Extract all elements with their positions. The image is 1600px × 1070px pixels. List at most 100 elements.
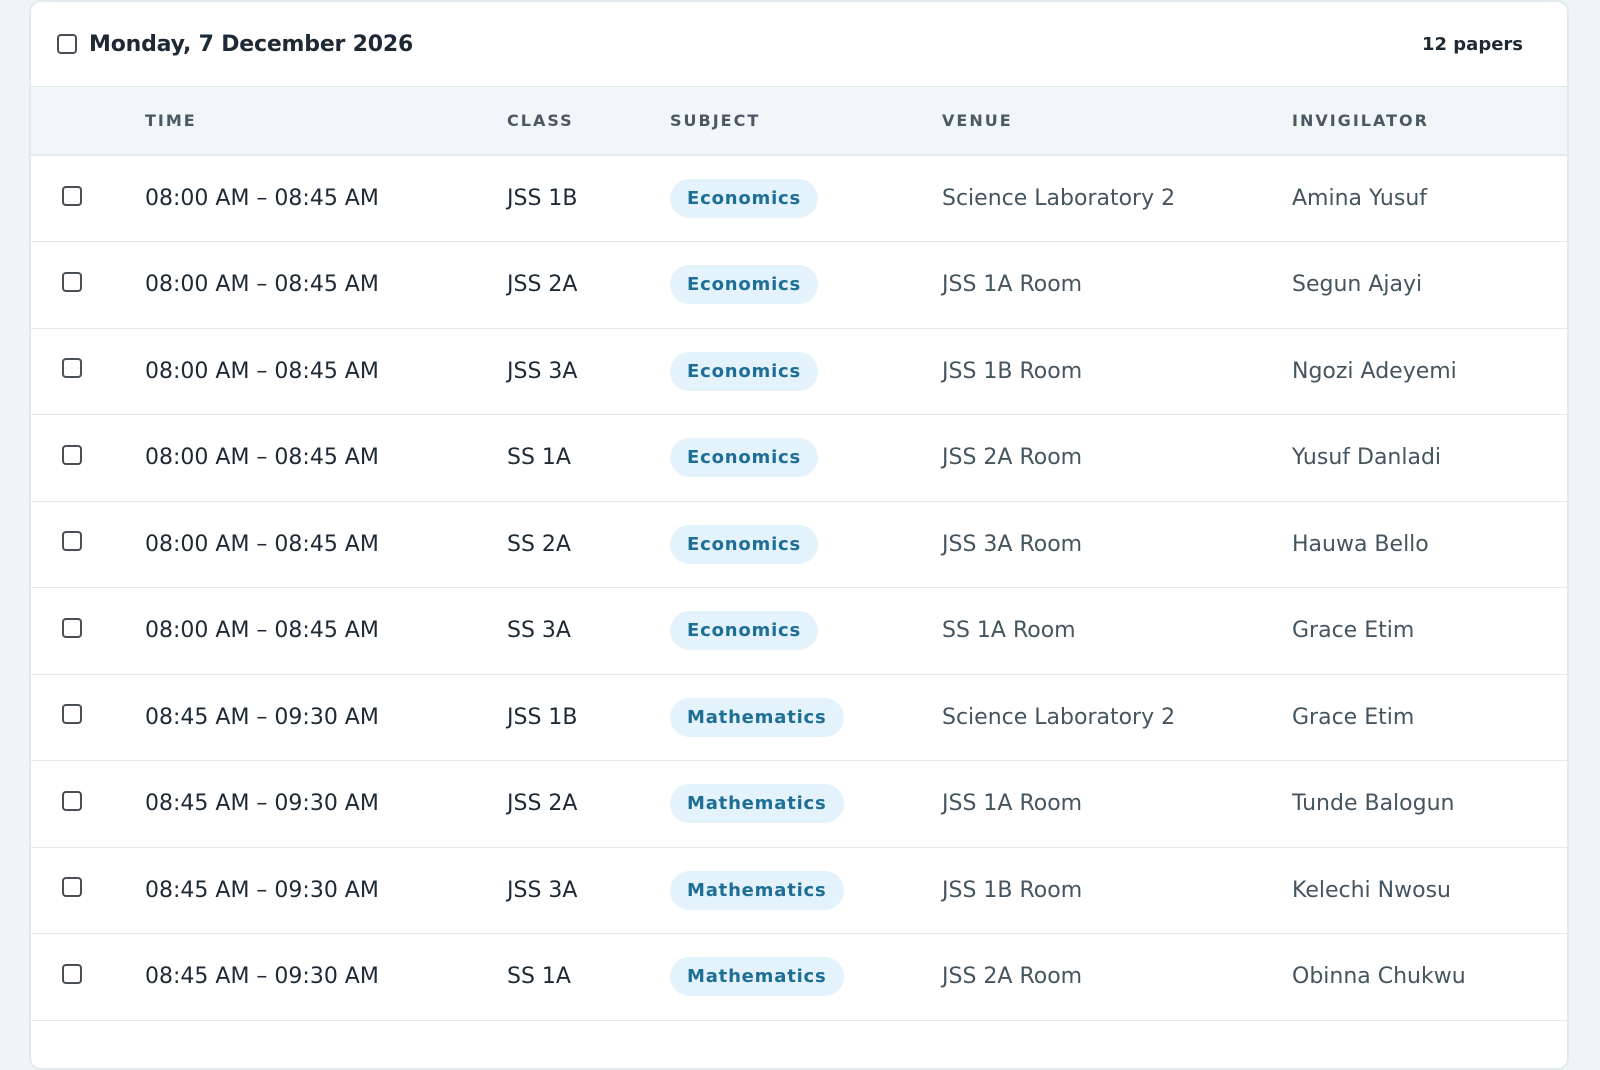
row-select-cell bbox=[31, 674, 145, 761]
venue-cell: JSS 1B Room bbox=[942, 877, 1083, 903]
date-group-select: Monday, 7 December 2026 bbox=[57, 32, 413, 57]
subject-badge: Economics bbox=[670, 351, 819, 391]
class-cell: JSS 3A bbox=[507, 877, 578, 903]
time-cell: 08:45 AM – 09:30 AM bbox=[145, 877, 379, 903]
row-checkbox[interactable] bbox=[62, 185, 82, 206]
row-select-cell bbox=[31, 761, 145, 848]
subject-cell: Economics bbox=[670, 242, 942, 329]
class-cell: JSS 3A bbox=[507, 358, 578, 384]
table-row[interactable]: 08:45 AM – 09:30 AM JSS 2A Mathematics J… bbox=[31, 761, 1567, 848]
date-group-header: Monday, 7 December 2026 12 papers bbox=[31, 2, 1567, 87]
subject-cell: Mathematics bbox=[670, 847, 942, 934]
class-cell: SS 1A bbox=[507, 445, 571, 471]
subject-badge: Mathematics bbox=[670, 697, 844, 737]
subject-cell: Economics bbox=[670, 155, 942, 242]
column-header-select bbox=[31, 87, 145, 155]
class-cell: SS 3A bbox=[507, 618, 571, 644]
column-header-class[interactable]: CLASS bbox=[507, 87, 670, 155]
row-select-cell bbox=[31, 328, 145, 415]
subject-badge: Economics bbox=[670, 265, 819, 305]
invigilator-cell: Segun Ajayi bbox=[1292, 272, 1423, 298]
table-row[interactable]: 08:00 AM – 08:45 AM JSS 1B Economics Sci… bbox=[31, 155, 1567, 242]
venue-cell: JSS 1A Room bbox=[942, 272, 1083, 298]
invigilator-cell: Obinna Chukwu bbox=[1292, 964, 1466, 990]
venue-cell: JSS 1B Room bbox=[942, 358, 1083, 384]
class-cell: SS 2A bbox=[507, 531, 571, 557]
row-checkbox[interactable] bbox=[62, 790, 82, 811]
row-checkbox[interactable] bbox=[62, 963, 82, 984]
row-select-cell bbox=[31, 501, 145, 588]
class-cell: JSS 1B bbox=[507, 704, 578, 730]
subject-cell: Economics bbox=[670, 501, 942, 588]
class-cell: JSS 1B bbox=[507, 186, 578, 211]
time-cell: 08:45 AM – 09:30 AM bbox=[145, 704, 379, 730]
table-row[interactable]: 08:45 AM – 09:30 AM JSS 1B Mathematics S… bbox=[31, 674, 1567, 761]
table-body: 08:00 AM – 08:45 AM JSS 1B Economics Sci… bbox=[31, 155, 1567, 1020]
subject-badge: Economics bbox=[670, 611, 819, 651]
table-row[interactable]: 08:00 AM – 08:45 AM JSS 3A Economics JSS… bbox=[31, 328, 1567, 415]
row-select-cell bbox=[31, 155, 145, 242]
row-select-cell bbox=[31, 847, 145, 934]
exam-table: TIME CLASS SUBJECT VENUE INVIGILATOR 08:… bbox=[31, 87, 1567, 1021]
invigilator-cell: Yusuf Danladi bbox=[1292, 445, 1442, 471]
subject-cell: Economics bbox=[670, 415, 942, 502]
venue-cell: SS 1A Room bbox=[942, 618, 1076, 644]
subject-cell: Mathematics bbox=[670, 934, 942, 1021]
time-cell: 08:00 AM – 08:45 AM bbox=[145, 445, 379, 471]
table-row[interactable]: 08:00 AM – 08:45 AM SS 1A Economics JSS … bbox=[31, 415, 1567, 502]
time-cell: 08:00 AM – 08:45 AM bbox=[145, 358, 379, 384]
table-row[interactable]: 08:45 AM – 09:30 AM JSS 3A Mathematics J… bbox=[31, 847, 1567, 934]
select-all-checkbox[interactable] bbox=[57, 34, 77, 54]
venue-cell: Science Laboratory 2 bbox=[942, 704, 1176, 730]
invigilator-cell: Grace Etim bbox=[1292, 618, 1415, 644]
subject-badge: Mathematics bbox=[670, 957, 844, 997]
table-row[interactable]: 08:00 AM – 08:45 AM SS 3A Economics SS 1… bbox=[31, 588, 1567, 675]
time-cell: 08:00 AM – 08:45 AM bbox=[145, 186, 379, 211]
row-checkbox[interactable] bbox=[62, 531, 82, 552]
venue-cell: JSS 2A Room bbox=[942, 964, 1083, 990]
row-select-cell bbox=[31, 415, 145, 502]
subject-cell: Economics bbox=[670, 328, 942, 415]
invigilator-cell: Ngozi Adeyemi bbox=[1292, 358, 1457, 384]
venue-cell: JSS 2A Room bbox=[942, 445, 1083, 471]
table-row[interactable]: 08:00 AM – 08:45 AM JSS 2A Economics JSS… bbox=[31, 242, 1567, 329]
row-checkbox[interactable] bbox=[62, 617, 82, 638]
column-header-invigilator[interactable]: INVIGILATOR bbox=[1292, 87, 1567, 155]
column-header-venue[interactable]: VENUE bbox=[942, 87, 1292, 155]
class-cell: JSS 2A bbox=[507, 272, 578, 298]
table-header-row: TIME CLASS SUBJECT VENUE INVIGILATOR bbox=[31, 87, 1567, 155]
subject-badge: Economics bbox=[670, 179, 819, 218]
venue-cell: JSS 3A Room bbox=[942, 531, 1083, 557]
row-checkbox[interactable] bbox=[62, 704, 82, 725]
papers-count: 12 papers bbox=[1421, 33, 1523, 55]
subject-badge: Economics bbox=[670, 524, 819, 564]
subject-cell: Mathematics bbox=[670, 761, 942, 848]
time-cell: 08:00 AM – 08:45 AM bbox=[145, 618, 379, 644]
table-row[interactable]: 08:00 AM – 08:45 AM SS 2A Economics JSS … bbox=[31, 501, 1567, 588]
time-cell: 08:45 AM – 09:30 AM bbox=[145, 791, 379, 817]
column-header-subject[interactable]: SUBJECT bbox=[670, 87, 942, 155]
invigilator-cell: Amina Yusuf bbox=[1292, 186, 1428, 211]
row-checkbox[interactable] bbox=[62, 358, 82, 379]
row-checkbox[interactable] bbox=[62, 877, 82, 898]
class-cell: SS 1A bbox=[507, 964, 571, 990]
venue-cell: JSS 1A Room bbox=[942, 791, 1083, 817]
invigilator-cell: Hauwa Bello bbox=[1292, 531, 1429, 557]
date-title: Monday, 7 December 2026 bbox=[89, 31, 414, 57]
row-checkbox[interactable] bbox=[62, 271, 82, 292]
invigilator-cell: Grace Etim bbox=[1292, 704, 1415, 730]
invigilator-cell: Tunde Balogun bbox=[1292, 791, 1455, 817]
column-header-time[interactable]: TIME bbox=[145, 87, 507, 155]
row-checkbox[interactable] bbox=[62, 444, 82, 465]
subject-badge: Mathematics bbox=[670, 784, 844, 824]
invigilator-cell: Kelechi Nwosu bbox=[1292, 877, 1451, 903]
time-cell: 08:00 AM – 08:45 AM bbox=[145, 531, 379, 557]
time-cell: 08:45 AM – 09:30 AM bbox=[145, 964, 379, 990]
subject-cell: Economics bbox=[670, 588, 942, 675]
subject-cell: Mathematics bbox=[670, 674, 942, 761]
row-select-cell bbox=[31, 588, 145, 675]
row-select-cell bbox=[31, 242, 145, 329]
exam-schedule-card: Monday, 7 December 2026 12 papers TIME C… bbox=[29, 0, 1569, 1070]
table-row[interactable]: 08:45 AM – 09:30 AM SS 1A Mathematics JS… bbox=[31, 934, 1567, 1021]
subject-badge: Economics bbox=[670, 438, 819, 478]
